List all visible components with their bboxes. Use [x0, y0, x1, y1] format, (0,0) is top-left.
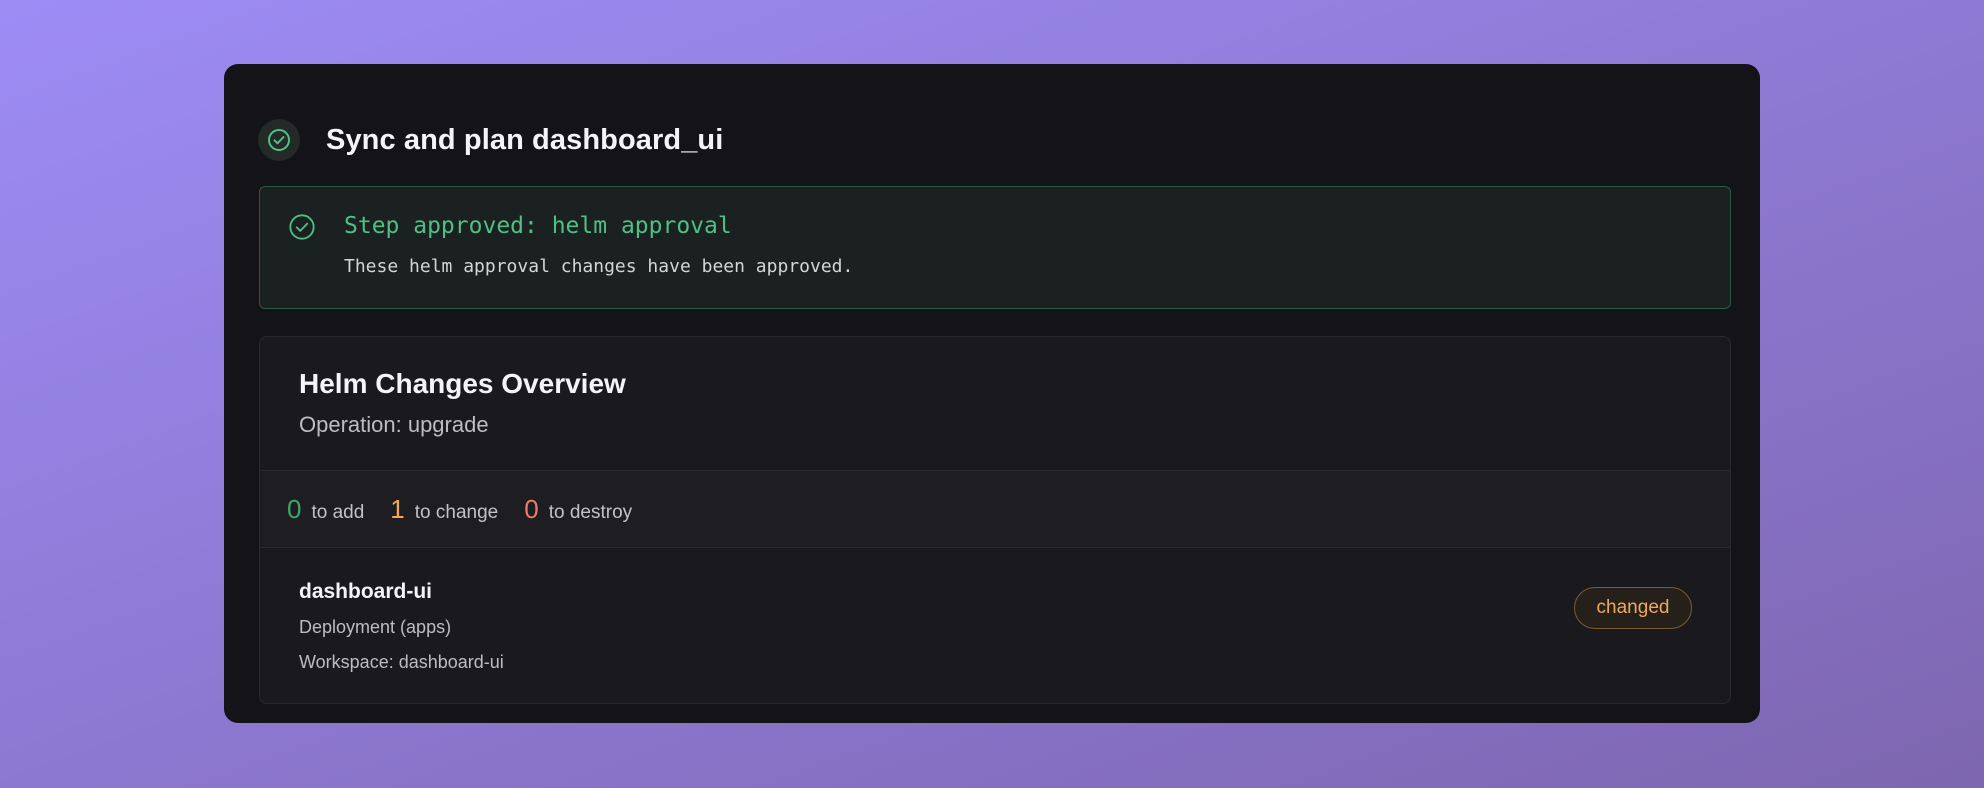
- overview-operation: Operation: upgrade: [299, 412, 489, 437]
- step-card: Sync and plan dashboard_ui Step approved…: [224, 64, 1760, 723]
- approval-message: These helm approval changes have been ap…: [344, 256, 854, 277]
- count-change: 1 to change: [390, 494, 498, 525]
- step-header: Sync and plan dashboard_ui: [258, 119, 723, 161]
- count-add-value: 0: [287, 493, 302, 524]
- page-title: Sync and plan dashboard_ui: [326, 123, 724, 156]
- resource-type: Deployment (apps): [299, 617, 452, 637]
- count-destroy-label: to destroy: [548, 501, 633, 523]
- resource-workspace: Workspace: dashboard-ui: [299, 652, 504, 672]
- check-circle-icon: [258, 119, 300, 161]
- status-badge: changed: [1574, 587, 1692, 629]
- count-add-label: to add: [311, 501, 365, 523]
- resource-name: dashboard-ui: [299, 580, 433, 603]
- check-circle-icon: [288, 213, 316, 246]
- approval-banner: Step approved: helm approval These helm …: [259, 186, 1731, 309]
- count-change-label: to change: [414, 501, 499, 523]
- count-change-value: 1: [390, 493, 405, 524]
- count-destroy: 0 to destroy: [524, 494, 632, 525]
- approval-title: Step approved: helm approval: [344, 213, 732, 239]
- count-destroy-value: 0: [524, 493, 539, 524]
- change-counts: 0 to add 1 to change 0 to destroy: [260, 470, 1730, 548]
- overview-title: Helm Changes Overview: [299, 368, 626, 399]
- count-add: 0 to add: [287, 494, 364, 525]
- helm-changes-overview: Helm Changes Overview Operation: upgrade…: [259, 336, 1731, 704]
